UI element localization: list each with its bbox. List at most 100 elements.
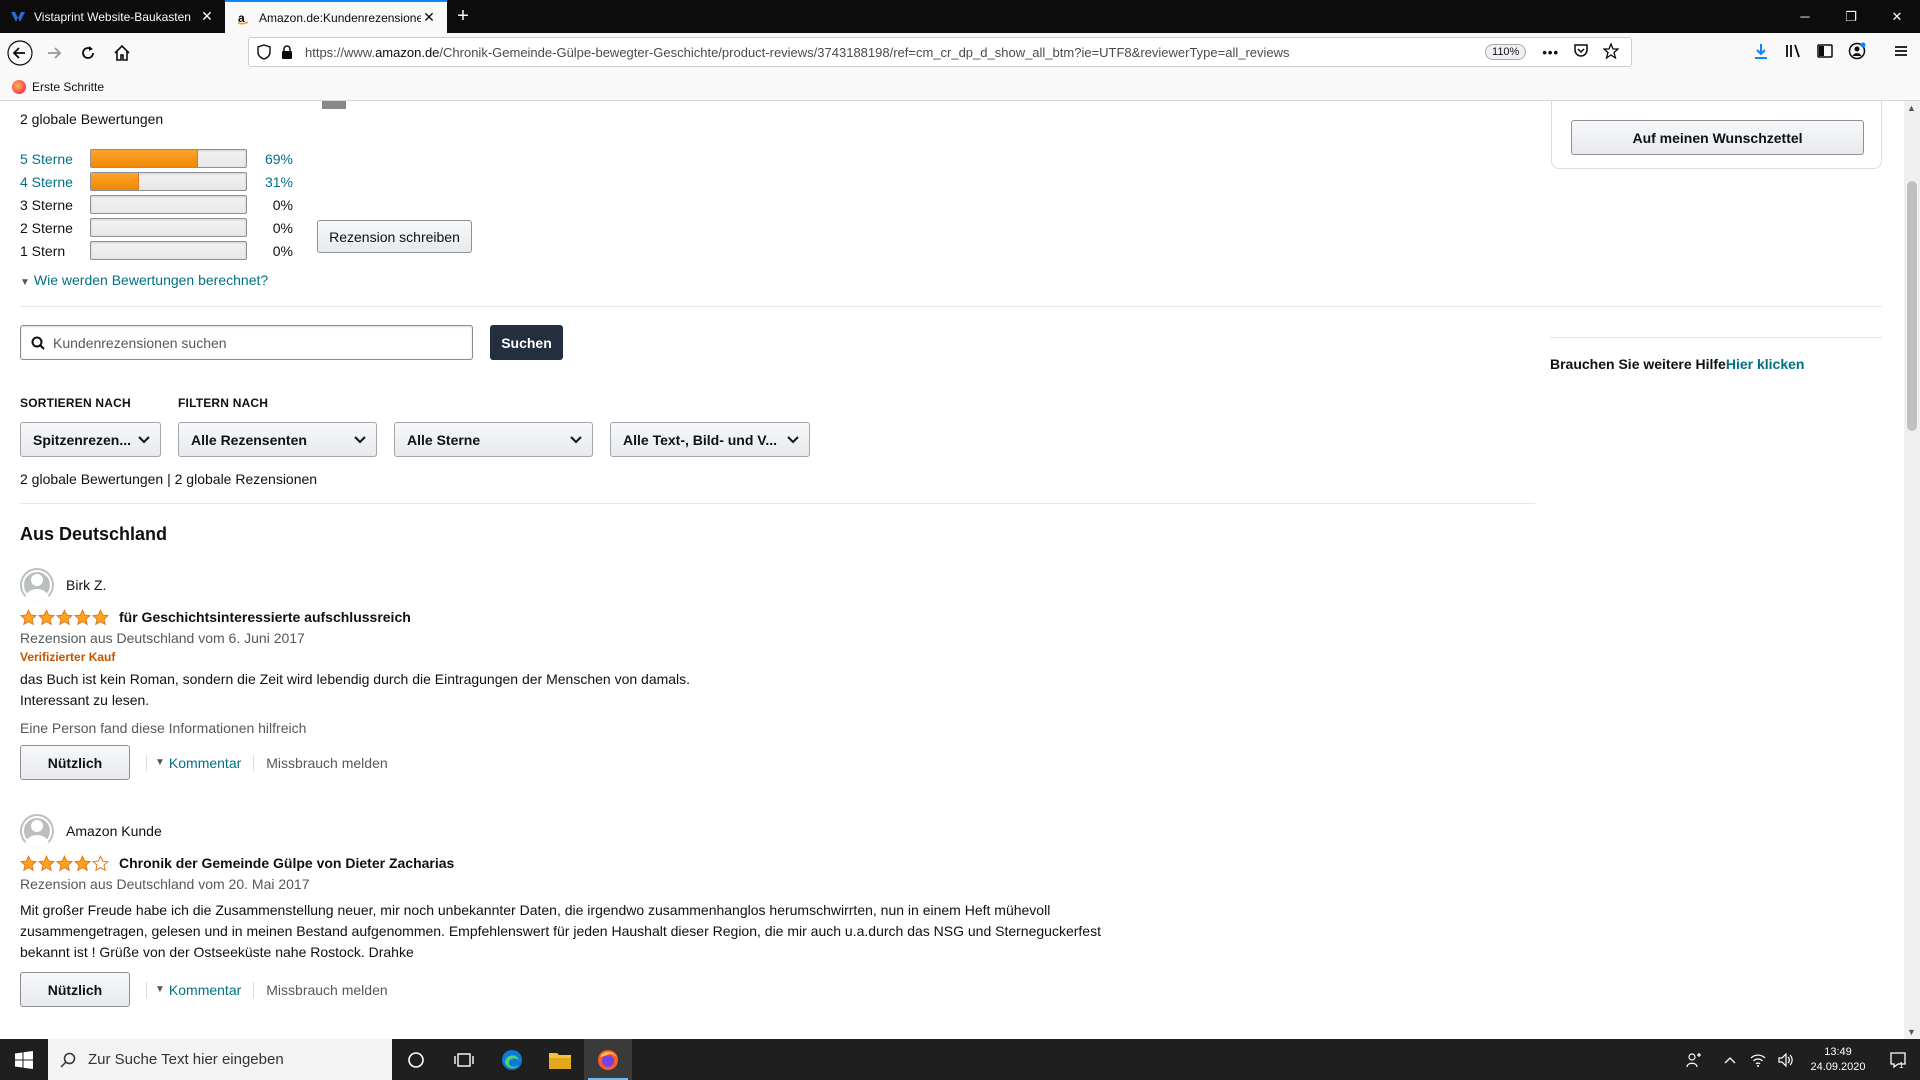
- review-search-input[interactable]: [53, 334, 453, 351]
- tab-title: Vistaprint Website-Baukasten: [34, 9, 191, 24]
- chevron-down-icon: [570, 435, 582, 444]
- url-domain: amazon.de: [375, 44, 440, 60]
- zoom-level-badge[interactable]: 110%: [1485, 44, 1527, 60]
- reviewer-profile[interactable]: Birk Z.: [20, 568, 1260, 602]
- reload-button[interactable]: [72, 37, 104, 69]
- close-tab-icon[interactable]: ✕: [199, 8, 215, 25]
- histogram-percent[interactable]: 31%: [247, 174, 293, 190]
- star-filter-dropdown[interactable]: Alle Sterne: [394, 422, 593, 457]
- scrollbar-thumb[interactable]: [1907, 181, 1917, 431]
- review-body: das Buch ist kein Roman, sondern die Zei…: [20, 669, 1260, 711]
- people-icon[interactable]: [1680, 1052, 1708, 1068]
- help-link[interactable]: Hier klicken: [1726, 356, 1805, 372]
- scroll-down-icon[interactable]: ▼: [1907, 1027, 1916, 1037]
- review-title[interactable]: für Geschichtsinteressierte aufschlussre…: [119, 609, 411, 625]
- minimize-icon[interactable]: ─: [1782, 0, 1828, 33]
- histogram-row[interactable]: 4 Sterne 31%: [20, 170, 293, 193]
- histogram-bar[interactable]: [90, 172, 247, 191]
- bookmark-erste-schritte[interactable]: Erste Schritte: [32, 80, 104, 94]
- search-button[interactable]: Suchen: [490, 325, 563, 360]
- restore-icon[interactable]: ❐: [1828, 0, 1874, 33]
- tab-amazon-reviews[interactable]: a Amazon.de:Kundenrezensionen ✕: [225, 0, 447, 33]
- histogram-star-label[interactable]: 4 Sterne: [20, 174, 90, 190]
- star-filled-icon: [92, 608, 109, 625]
- sort-dropdown[interactable]: Spitzenrezen...: [20, 422, 161, 457]
- new-tab-button[interactable]: +: [447, 0, 479, 33]
- comment-link[interactable]: ▼ Kommentar: [155, 982, 241, 998]
- lock-icon[interactable]: [281, 45, 293, 59]
- network-icon[interactable]: [1744, 1053, 1772, 1067]
- edge-icon[interactable]: [488, 1039, 536, 1080]
- histogram-bar[interactable]: [90, 149, 247, 168]
- url-bar[interactable]: https://www.amazon.de/Chronik-Gemeinde-G…: [248, 37, 1632, 67]
- browser-nav-bar: https://www.amazon.de/Chronik-Gemeinde-G…: [0, 33, 1920, 73]
- task-view-icon[interactable]: [440, 1039, 488, 1080]
- star-rating[interactable]: [20, 608, 109, 626]
- url-text[interactable]: https://www.amazon.de/Chronik-Gemeinde-G…: [305, 45, 1485, 60]
- review-date: Rezension aus Deutschland vom 6. Juni 20…: [20, 630, 305, 646]
- review-title[interactable]: Chronik der Gemeinde Gülpe von Dieter Za…: [119, 855, 454, 871]
- scroll-up-icon[interactable]: ▲: [1907, 103, 1916, 113]
- close-window-icon[interactable]: ✕: [1874, 0, 1920, 33]
- media-filter-value: Alle Text-, Bild- und V...: [623, 431, 778, 448]
- how-ratings-calculated-link[interactable]: ▼ Wie werden Bewertungen berechnet?: [20, 272, 268, 288]
- page-actions-icon[interactable]: •••: [1542, 45, 1559, 60]
- cortana-icon[interactable]: [392, 1039, 440, 1080]
- vistaprint-icon: [10, 9, 26, 25]
- page-content: 2 globale Bewertungen 5 Sterne 69% 4 Stern…: [0, 101, 1904, 1039]
- start-button[interactable]: [0, 1039, 48, 1080]
- library-icon[interactable]: [1784, 42, 1802, 63]
- useful-button[interactable]: Nützlich: [20, 745, 130, 780]
- pocket-icon[interactable]: [1573, 43, 1589, 62]
- star-rating[interactable]: [20, 854, 109, 872]
- tab-vistaprint[interactable]: Vistaprint Website-Baukasten ✕: [0, 0, 225, 33]
- report-abuse-link[interactable]: Missbrauch melden: [266, 755, 387, 771]
- clock[interactable]: 13:49 24.09.2020: [1800, 1045, 1876, 1075]
- media-filter-dropdown[interactable]: Alle Text-, Bild- und V...: [610, 422, 810, 457]
- write-review-button[interactable]: Rezension schreiben: [317, 220, 472, 253]
- forward-arrow-icon: [48, 47, 62, 59]
- reviewer-filter-dropdown[interactable]: Alle Rezensenten: [178, 422, 377, 457]
- histogram-percent[interactable]: 69%: [247, 151, 293, 167]
- downloads-icon[interactable]: [1752, 42, 1770, 63]
- wishlist-button[interactable]: Auf meinen Wunschzettel: [1571, 120, 1864, 155]
- review-search-box[interactable]: [20, 325, 473, 360]
- chevron-down-icon: [354, 435, 366, 444]
- bookmark-star-icon[interactable]: [1602, 41, 1620, 62]
- histogram-row: 1 Stern 0%: [20, 239, 293, 262]
- account-icon[interactable]: [1848, 42, 1866, 63]
- histogram-row: 2 Sterne 0%: [20, 216, 293, 239]
- histogram-star-label[interactable]: 5 Sterne: [20, 151, 90, 167]
- sort-value: Spitzenrezen...: [33, 431, 132, 448]
- histogram-row[interactable]: 5 Sterne 69%: [20, 147, 293, 170]
- comment-label: Kommentar: [168, 981, 242, 998]
- notification-center-icon[interactable]: 1: [1876, 1051, 1920, 1069]
- report-abuse-link[interactable]: Missbrauch melden: [266, 982, 387, 998]
- windows-taskbar: Zur Suche Text hier eingeben 13:49 24.09…: [0, 1039, 1920, 1080]
- tracking-shield-icon[interactable]: [257, 44, 271, 60]
- taskbar-search-placeholder: Zur Suche Text hier eingeben: [88, 1051, 284, 1068]
- star-filled-icon: [74, 854, 91, 871]
- product-thumbnail: [322, 101, 346, 109]
- histogram-bar: [90, 195, 247, 214]
- show-hidden-icons-icon[interactable]: [1716, 1056, 1744, 1064]
- forward-button[interactable]: [38, 37, 70, 69]
- page-scrollbar[interactable]: ▲ ▼: [1904, 101, 1920, 1039]
- volume-icon[interactable]: [1772, 1052, 1800, 1067]
- useful-button[interactable]: Nützlich: [20, 972, 130, 1007]
- file-explorer-icon[interactable]: [536, 1039, 584, 1080]
- taskbar-search[interactable]: Zur Suche Text hier eingeben: [48, 1039, 392, 1080]
- reviewer-profile[interactable]: Amazon Kunde: [20, 814, 1260, 848]
- close-tab-icon[interactable]: ✕: [421, 9, 437, 26]
- menu-icon[interactable]: [1892, 42, 1910, 63]
- review-date: Rezension aus Deutschland vom 20. Mai 20…: [20, 876, 310, 892]
- avatar: [20, 568, 54, 602]
- back-button[interactable]: [4, 37, 36, 69]
- firefox-icon: [12, 79, 26, 94]
- sidebar-toggle-icon[interactable]: [1816, 42, 1834, 63]
- comment-link[interactable]: ▼ Kommentar: [155, 755, 241, 771]
- amazon-icon: a: [235, 10, 251, 26]
- chevron-down-icon: [787, 435, 799, 444]
- firefox-taskbar-icon[interactable]: [584, 1039, 632, 1080]
- home-button[interactable]: [106, 37, 138, 69]
